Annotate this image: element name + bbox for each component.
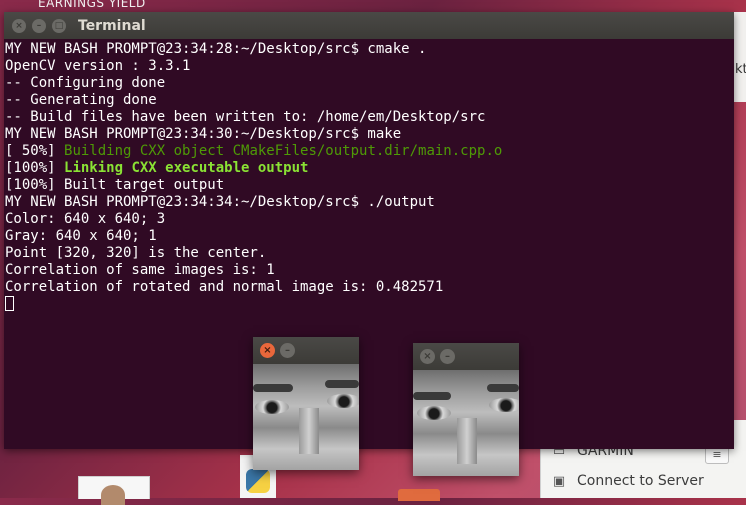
image-window-right[interactable]: × – xyxy=(413,343,519,476)
eye xyxy=(327,394,359,408)
image-window-left[interactable]: × – xyxy=(253,337,359,470)
terminal-line: [100%] Linking CXX executable output xyxy=(5,160,734,177)
nose xyxy=(299,408,319,454)
terminal-title: Terminal xyxy=(78,17,146,34)
terminal-line-prefix: [100%] xyxy=(5,160,65,176)
terminal-line: Color: 640 x 640; 3 xyxy=(5,211,166,227)
eyebrow xyxy=(253,384,293,392)
terminal-line: MY NEW BASH PROMPT@23:34:30:~/Desktop/sr… xyxy=(5,126,402,142)
minimize-icon[interactable]: – xyxy=(32,18,46,33)
close-icon[interactable]: × xyxy=(420,349,435,364)
terminal-line: [100%] Built target output xyxy=(5,177,225,193)
terminal-line: -- Build files have been written to: /ho… xyxy=(5,109,486,125)
terminal-line: Correlation of same images is: 1 xyxy=(5,262,275,278)
terminal-line-text: Linking CXX executable output xyxy=(64,160,309,176)
sidebar-item-label: Connect to Server xyxy=(577,473,704,489)
terminal-line: MY NEW BASH PROMPT@23:34:28:~/Desktop/sr… xyxy=(5,41,427,57)
text-cursor xyxy=(5,296,14,311)
terminal-line: Correlation of rotated and normal image … xyxy=(5,279,444,295)
eyebrow xyxy=(413,392,451,400)
terminal-prompt-line[interactable] xyxy=(5,296,734,313)
python-icon xyxy=(246,469,270,493)
eye xyxy=(255,400,289,414)
dock-folder[interactable] xyxy=(398,489,440,501)
terminal-line: -- Configuring done xyxy=(5,75,166,91)
minimize-icon[interactable]: – xyxy=(280,343,295,358)
terminal-output[interactable]: MY NEW BASH PROMPT@23:34:28:~/Desktop/sr… xyxy=(4,39,734,313)
eyebrow xyxy=(325,380,359,388)
terminal-titlebar[interactable]: × – □ Terminal xyxy=(4,12,734,39)
terminal-line: OpenCV version : 3.3.1 xyxy=(5,58,191,74)
terminal-line-text: Building CXX object CMakeFiles/output.di… xyxy=(64,143,503,159)
sidebar-item-connect-to-server[interactable]: ▣ Connect to Server xyxy=(551,468,704,494)
background-window-text: kt xyxy=(735,62,746,77)
rotated-face-image xyxy=(413,370,519,476)
terminal-line: MY NEW BASH PROMPT@23:34:34:~/Desktop/sr… xyxy=(5,194,435,210)
desktop-label: EARNINGS YIELD xyxy=(38,0,146,10)
dock-photo-thumbnail[interactable] xyxy=(78,476,150,505)
terminal-line: -- Generating done xyxy=(5,92,157,108)
eyebrow xyxy=(487,384,519,392)
eye xyxy=(489,398,519,412)
terminal-line: Gray: 640 x 640; 1 xyxy=(5,228,157,244)
photo-icon xyxy=(101,485,125,505)
server-icon: ▣ xyxy=(552,473,566,489)
terminal-line: Point [320, 320] is the center. xyxy=(5,245,267,261)
terminal-line-prefix: [ 50%] xyxy=(5,143,65,159)
maximize-icon[interactable]: □ xyxy=(52,18,66,33)
eye xyxy=(417,406,451,420)
terminal-window[interactable]: × – □ Terminal MY NEW BASH PROMPT@23:34:… xyxy=(4,12,734,449)
nose xyxy=(457,418,477,464)
image-window-titlebar[interactable]: × – xyxy=(413,343,519,370)
close-icon[interactable]: × xyxy=(260,343,275,358)
grayscale-face-image xyxy=(253,364,359,470)
terminal-line: [ 50%] Building CXX object CMakeFiles/ou… xyxy=(5,143,734,160)
minimize-icon[interactable]: – xyxy=(440,349,455,364)
close-icon[interactable]: × xyxy=(12,18,26,33)
image-window-titlebar[interactable]: × – xyxy=(253,337,359,364)
